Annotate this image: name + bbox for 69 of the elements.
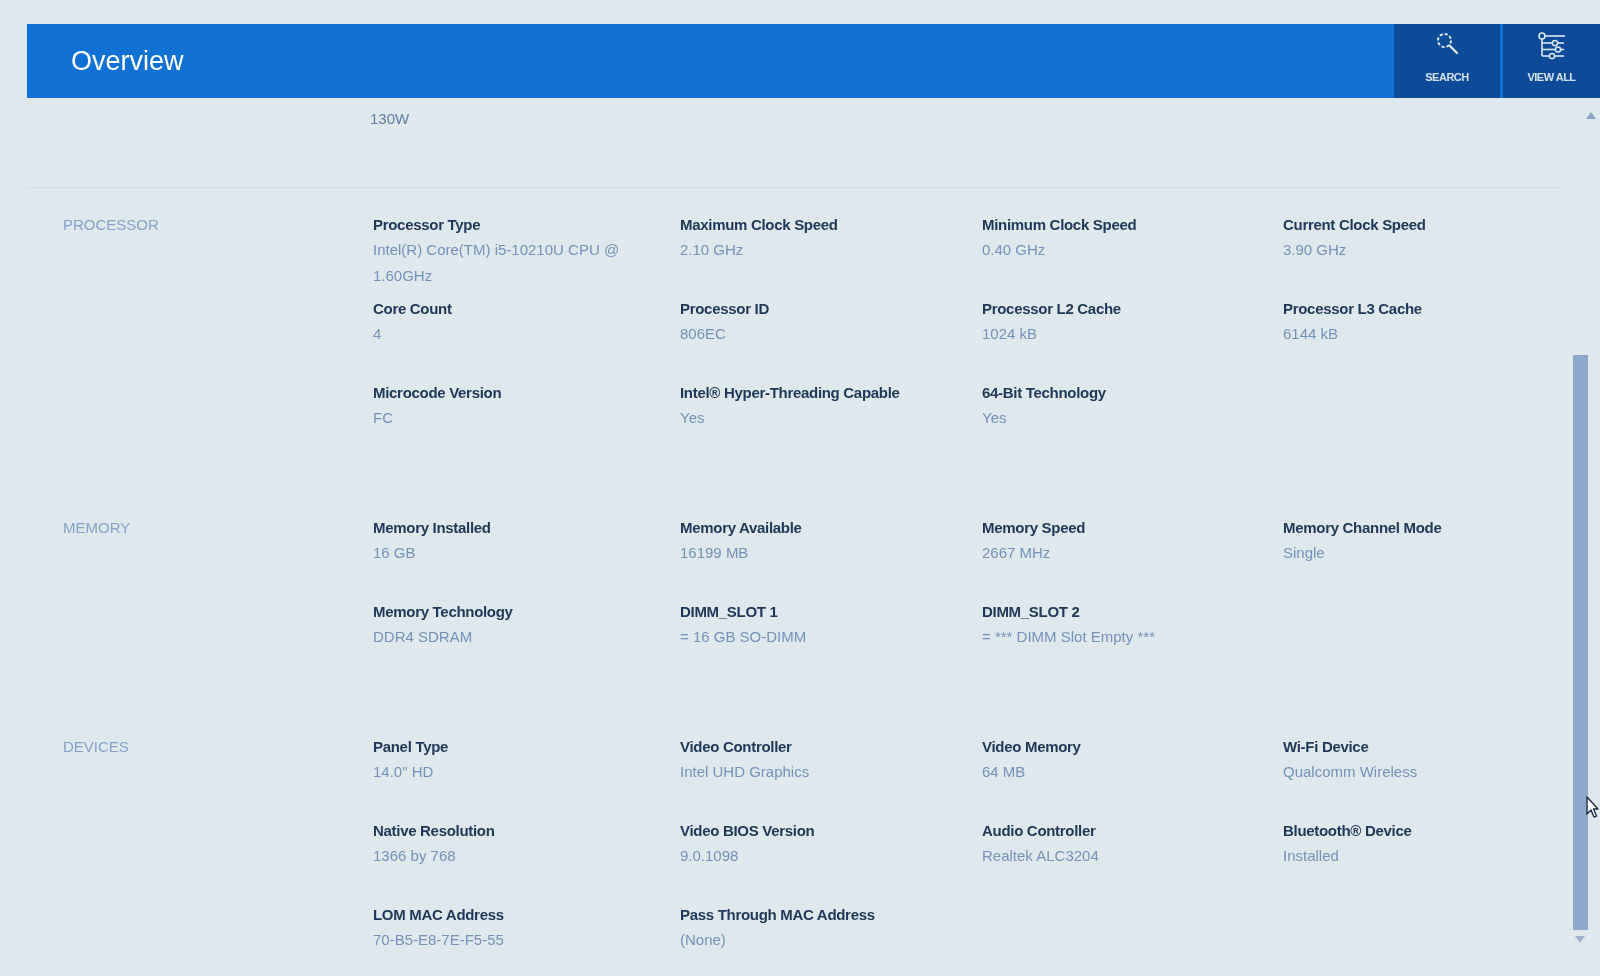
- field-value: = 16 GB SO-DIMM: [680, 627, 807, 647]
- field-label: Video BIOS Version: [680, 821, 815, 841]
- field-label: Bluetooth® Device: [1283, 821, 1412, 841]
- field-value: Yes: [680, 408, 705, 428]
- field-label: Core Count: [373, 299, 452, 319]
- field-value: Realtek ALC3204: [982, 846, 1099, 866]
- field-value: 9.0.1098: [680, 846, 739, 866]
- field-label: Processor L3 Cache: [1283, 299, 1422, 319]
- field-value: 2.10 GHz: [680, 240, 744, 260]
- field-label: Memory Available: [680, 518, 802, 538]
- field-value: Single: [1283, 543, 1325, 563]
- field-value: 64 MB: [982, 762, 1026, 782]
- field-value: Intel(R) Core(TM) i5-10210U CPU @ 1.60GHz: [373, 240, 621, 286]
- field-label: Wi-Fi Device: [1283, 737, 1369, 757]
- field-value: Qualcomm Wireless: [1283, 762, 1418, 782]
- field-label: Maximum Clock Speed: [680, 215, 838, 235]
- field-value: 16 GB: [373, 543, 416, 563]
- scrollbar-thumb[interactable]: [1572, 355, 1588, 930]
- field-value: 2667 MHz: [982, 543, 1051, 563]
- field-label: LOM MAC Address: [373, 905, 504, 925]
- field-value: 806EC: [680, 324, 726, 344]
- field-label: Video Controller: [680, 737, 792, 757]
- field-label: Memory Channel Mode: [1283, 518, 1442, 538]
- field-label: Video Memory: [982, 737, 1081, 757]
- field-label: Panel Type: [373, 737, 449, 757]
- field-label: Memory Speed: [982, 518, 1086, 538]
- scroll-down-arrow-icon[interactable]: [1575, 936, 1585, 943]
- field-label: Audio Controller: [982, 821, 1096, 841]
- field-label: Microcode Version: [373, 383, 502, 403]
- field-value: FC: [373, 408, 393, 428]
- field-label: DIMM_SLOT 1: [680, 602, 778, 622]
- field-value: 4: [373, 324, 382, 344]
- field-value: 130W: [370, 110, 410, 127]
- mouse-pointer-icon: [1586, 796, 1599, 818]
- section-title: DEVICES: [63, 738, 129, 755]
- field-label: Memory Installed: [373, 518, 491, 538]
- section-title: PROCESSOR: [63, 216, 159, 233]
- field-label: Minimum Clock Speed: [982, 215, 1137, 235]
- field-value: 3.90 GHz: [1283, 240, 1347, 260]
- field-value: 16199 MB: [680, 543, 749, 563]
- field-value: = *** DIMM Slot Empty ***: [982, 627, 1155, 647]
- view-all-button[interactable]: VIEW ALL: [1503, 24, 1600, 98]
- field-value: Intel UHD Graphics: [680, 762, 810, 782]
- section-title: MEMORY: [63, 519, 131, 536]
- field-label: Native Resolution: [373, 821, 495, 841]
- search-button[interactable]: SEARCH: [1394, 24, 1500, 98]
- field-value: 1024 kB: [982, 324, 1038, 344]
- field-value: DDR4 SDRAM: [373, 627, 473, 647]
- field-label: Intel® Hyper-Threading Capable: [680, 383, 900, 403]
- field-value: 14.0" HD: [373, 762, 434, 782]
- field-label: Pass Through MAC Address: [680, 905, 875, 925]
- scroll-up-arrow-icon[interactable]: [1586, 112, 1596, 119]
- tree-list-icon: [1537, 32, 1566, 60]
- field-label: 64-Bit Technology: [982, 383, 1106, 403]
- field-value: 70-B5-E8-7E-F5-55: [373, 930, 504, 950]
- search-icon: [1436, 32, 1458, 54]
- field-value: 0.40 GHz: [982, 240, 1046, 260]
- field-label: Processor L2 Cache: [982, 299, 1121, 319]
- field-value: (None): [680, 930, 726, 950]
- field-value: Installed: [1283, 846, 1339, 866]
- field-label: Current Clock Speed: [1283, 215, 1426, 235]
- field-label: Processor Type: [373, 215, 481, 235]
- field-label: Memory Technology: [373, 602, 513, 622]
- page-title: Overview: [70, 44, 185, 78]
- field-value: Yes: [982, 408, 1007, 428]
- field-value: 1366 by 768: [373, 846, 456, 866]
- field-label: DIMM_SLOT 2: [982, 602, 1080, 622]
- field-label: Processor ID: [680, 299, 769, 319]
- field-value: 6144 kB: [1283, 324, 1339, 344]
